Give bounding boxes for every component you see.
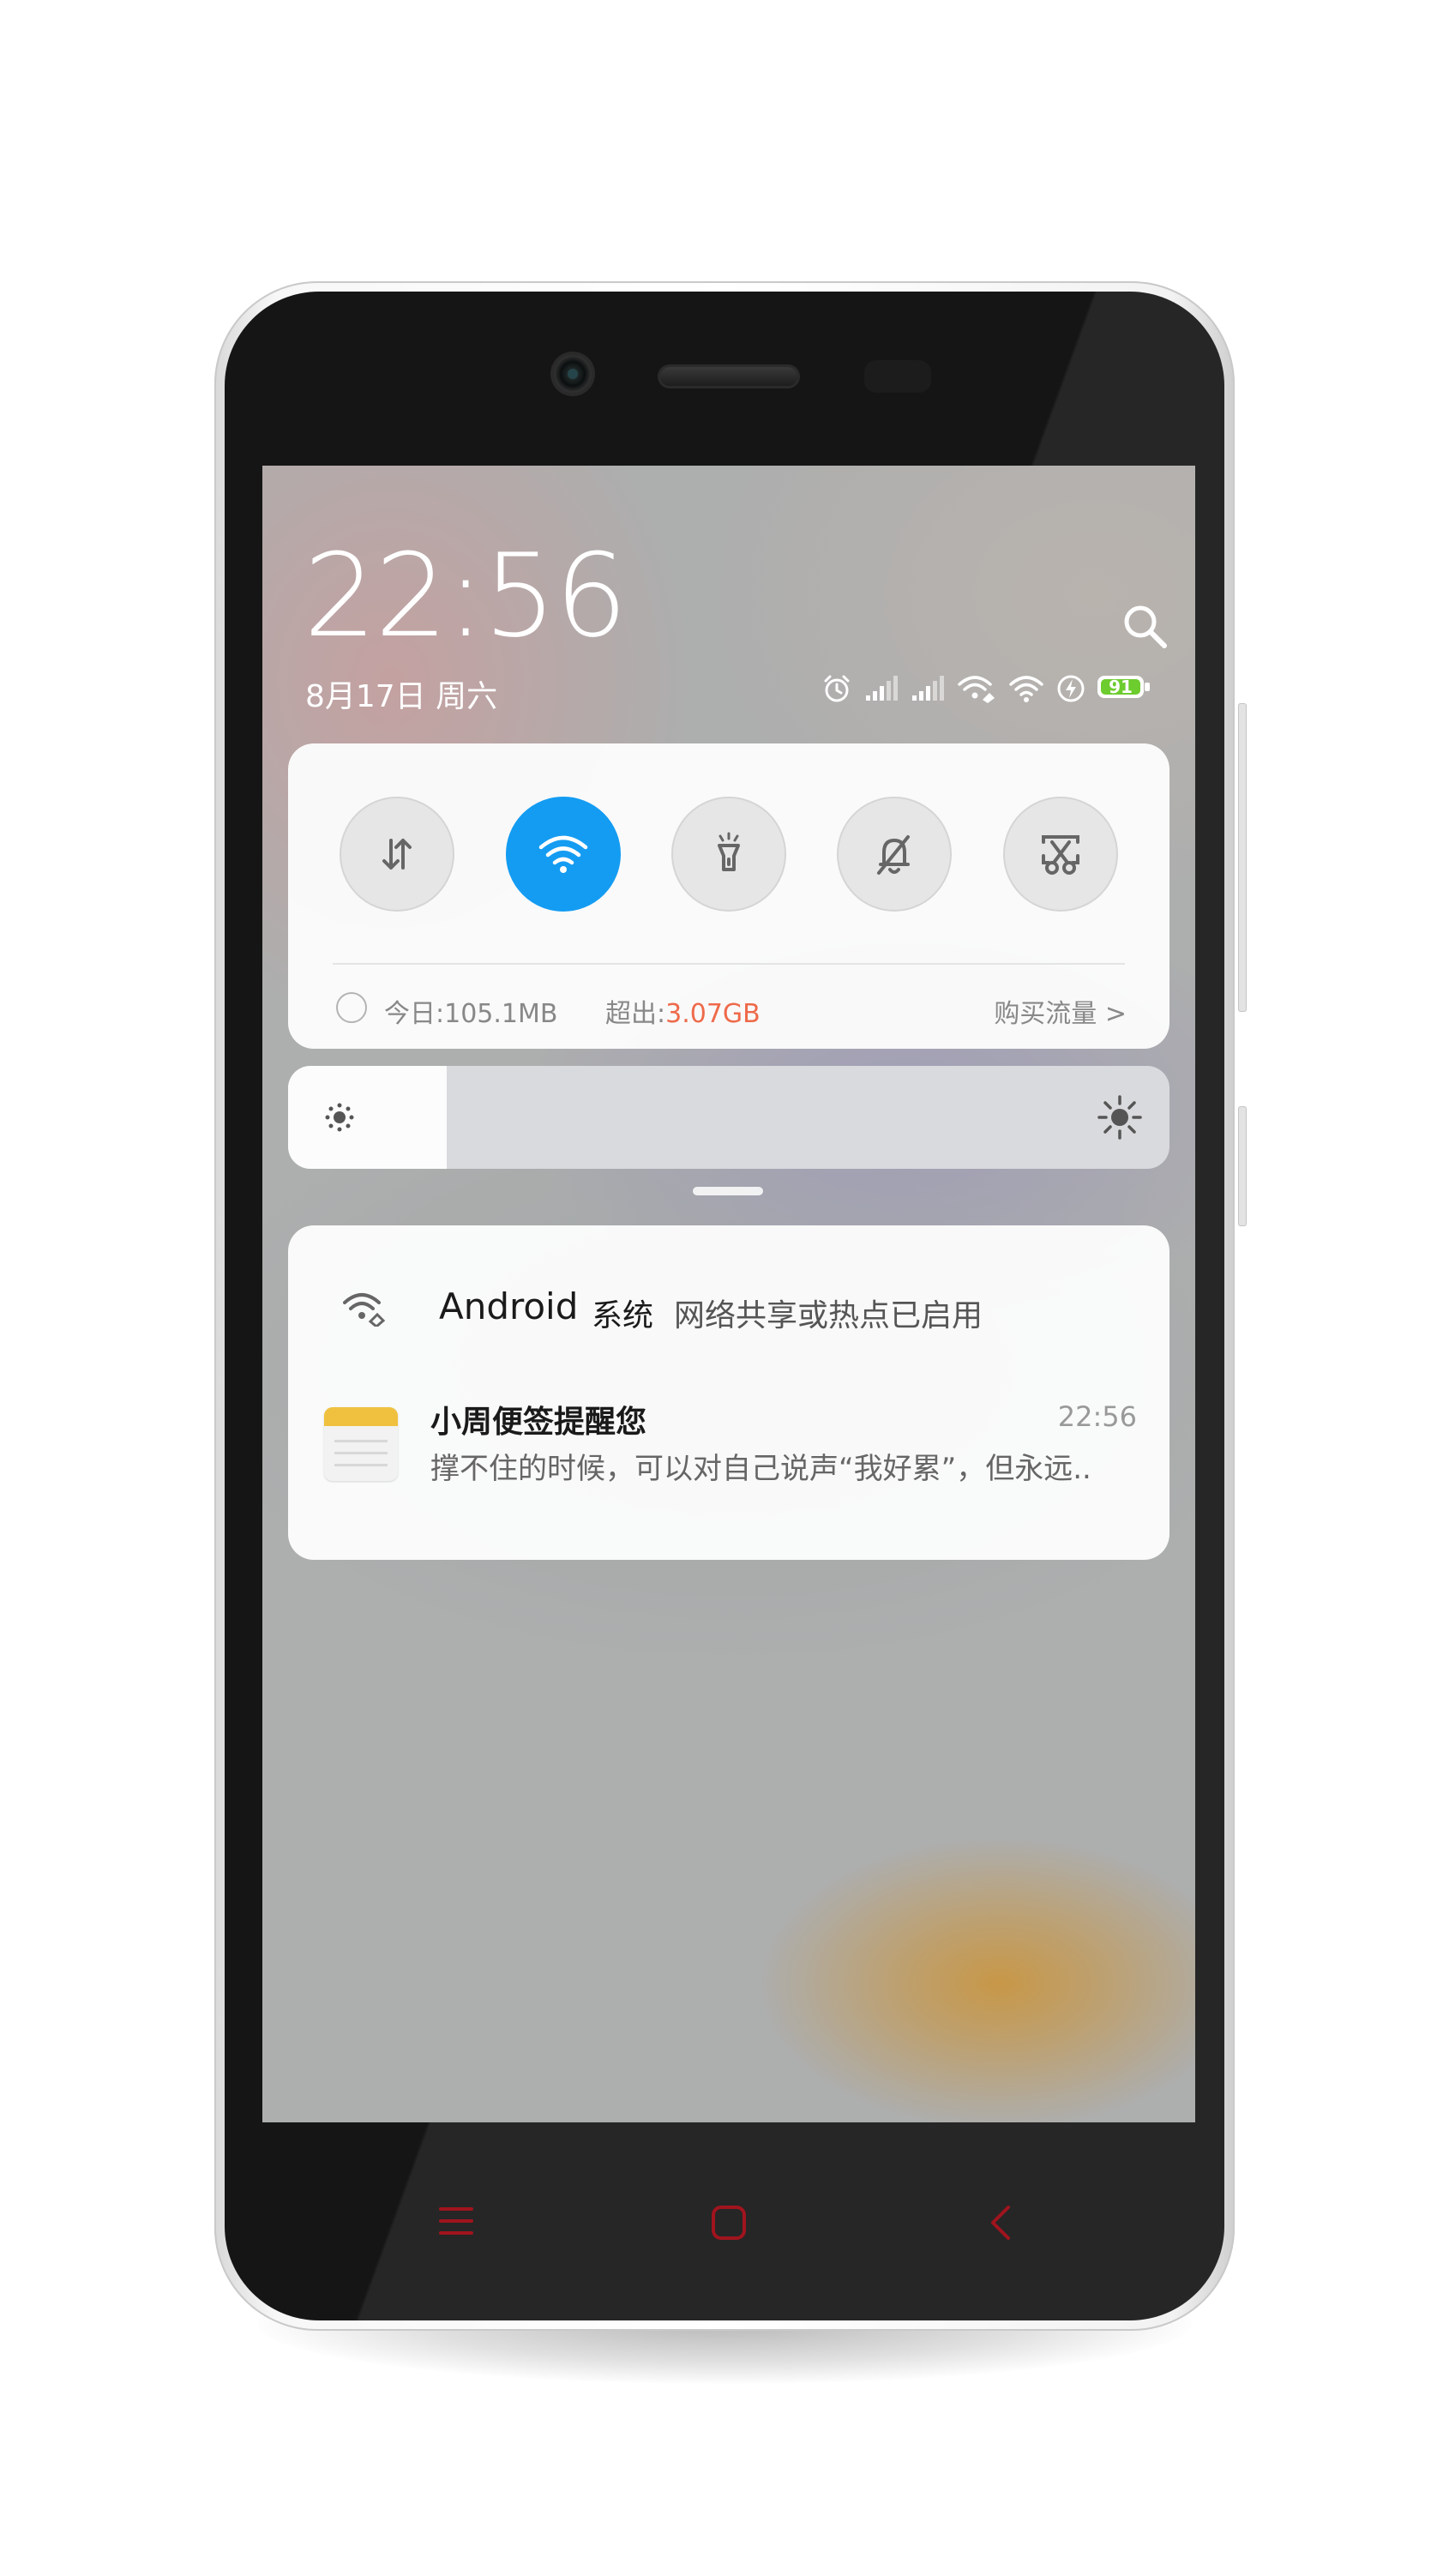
home-key-icon[interactable] [710,2204,748,2242]
hotspot-icon [343,1293,386,1327]
phone-screen: 22:56 8月17日 周六 91 今日:105.1MB 超出:3.07GB 购… [262,466,1195,2122]
wifi-toggle[interactable] [506,797,621,912]
mobile-data-toggle[interactable] [340,797,454,912]
proximity-sensor [864,360,931,393]
date: 8月17日 周六 [305,679,498,714]
menu-key-icon[interactable] [437,2204,475,2238]
usage-ring-icon [336,992,367,1023]
wallpaper-blob [760,1838,1195,2122]
notification-app-sub: 系统 [592,1298,654,1333]
data-usage-row: 今日:105.1MB 超出:3.07GB 购买流量 > [336,989,1127,1029]
camera-lens [568,369,578,379]
signal-icon [912,676,944,701]
usage-today: 今日:105.1MB [384,999,558,1029]
buy-data-link[interactable]: 购买流量 > [994,992,1127,1030]
search-icon[interactable] [1120,601,1169,651]
divider [333,963,1125,965]
earpiece-speaker [660,367,797,386]
status-icons: 91 [821,671,1151,706]
usage-over: 超出:3.07GB [605,992,761,1030]
volume-button [1238,703,1247,1012]
power-button [1238,1106,1247,1226]
quick-settings-panel: 今日:105.1MB 超出:3.07GB 购买流量 > [288,743,1169,1049]
scissors-icon [1042,835,1079,875]
wifi-icon [538,835,588,873]
flashlight-toggle[interactable] [671,797,786,912]
battery-level: 91 [1109,677,1133,697]
charging-icon [1057,675,1085,702]
wifi-icon [1009,676,1043,702]
brightness-slider[interactable] [288,1066,1169,1169]
hardware-nav-bar [262,2122,1195,2320]
notification-card: Android 系统 网络共享或热点已启用 小周便签提醒您 22:56 撑不住的… [288,1225,1169,1560]
notification-body: 撑不住的时候，可以对自己说声“我好累”，但永远.. [430,1452,1091,1486]
usage-over-value: 3.07GB [665,999,761,1029]
brightness-low-icon [325,1103,354,1132]
notification-text: 网络共享或热点已启用 [674,1298,983,1333]
notification-time: 22:56 [1057,1400,1137,1433]
data-arrows-icon [382,839,412,870]
flashlight-icon [718,832,740,871]
clock: 22:56 [304,529,628,663]
signal-icon [866,676,898,701]
alarm-icon [824,675,850,702]
battery-indicator: 91 [1097,676,1151,701]
screenshot-toggle[interactable] [1003,797,1118,912]
back-key-icon[interactable] [988,2204,1013,2242]
brightness-high-icon [1097,1095,1142,1140]
mute-toggle[interactable] [837,797,952,912]
brightness-level [288,1066,448,1169]
drag-handle[interactable] [693,1187,763,1195]
usage-over-label: 超出: [605,999,666,1029]
notification-title: 小周便签提醒您 [430,1405,647,1440]
bell-off-icon [877,835,910,875]
notification-app-name: Android [439,1285,579,1327]
notes-app-icon [324,1407,398,1481]
hotspot-icon [958,676,995,703]
